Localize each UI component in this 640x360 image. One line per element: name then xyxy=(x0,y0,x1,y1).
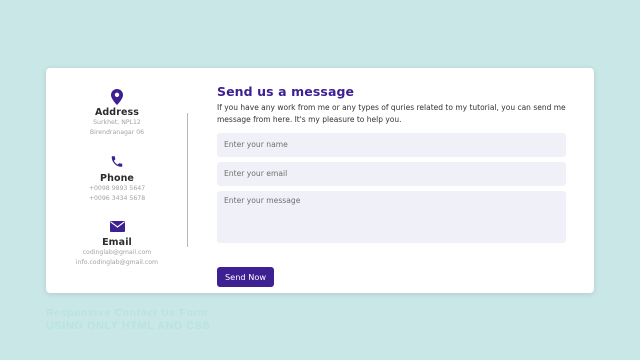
email-line-2: info.codinglab@gmail.com xyxy=(75,258,159,266)
phone-icon xyxy=(111,156,123,167)
email-line-1: codinglab@gmail.com xyxy=(82,249,152,256)
contact-info-panel: Address Surkhet, NPL12 Birendranagar 06 … xyxy=(46,68,188,293)
form-heading: Send us a message xyxy=(217,84,355,99)
contact-card: Address Surkhet, NPL12 Birendranagar 06 … xyxy=(46,68,594,293)
email-block: Email codinglab@gmail.com info.codinglab… xyxy=(46,221,188,267)
address-line-1: Surkhet, NPL12 xyxy=(93,119,141,126)
phone-block: Phone +0098 9893 5647 +0096 3434 5678 xyxy=(46,154,188,203)
form-description: If you have any work from me or any type… xyxy=(217,103,566,124)
name-input[interactable]: Enter your name xyxy=(217,133,566,157)
vertical-divider xyxy=(187,113,188,247)
address-block: Address Surkhet, NPL12 Birendranagar 06 xyxy=(46,89,188,137)
phone-line-2: +0096 3434 5678 xyxy=(88,194,146,202)
email-title: Email xyxy=(102,237,132,248)
map-marker-icon xyxy=(111,89,123,105)
caption: Responsive Contact Us Form USING ONLY HT… xyxy=(46,307,210,333)
phone-line-1: +0098 9893 5647 xyxy=(88,185,146,192)
address-title: Address xyxy=(94,107,140,118)
envelope-icon xyxy=(109,221,125,232)
email-input[interactable]: Enter your email xyxy=(217,162,566,186)
address-line-2: Birendranagar 06 xyxy=(89,128,145,136)
caption-line-1: Responsive Contact Us Form xyxy=(46,307,209,319)
message-form: Send us a message If you have any work f… xyxy=(217,84,567,287)
phone-title: Phone xyxy=(100,173,134,184)
message-textarea[interactable]: Enter your message xyxy=(217,191,566,243)
caption-line-2: USING ONLY HTML AND CSS xyxy=(46,320,211,332)
send-now-button[interactable]: Send Now xyxy=(217,267,274,287)
